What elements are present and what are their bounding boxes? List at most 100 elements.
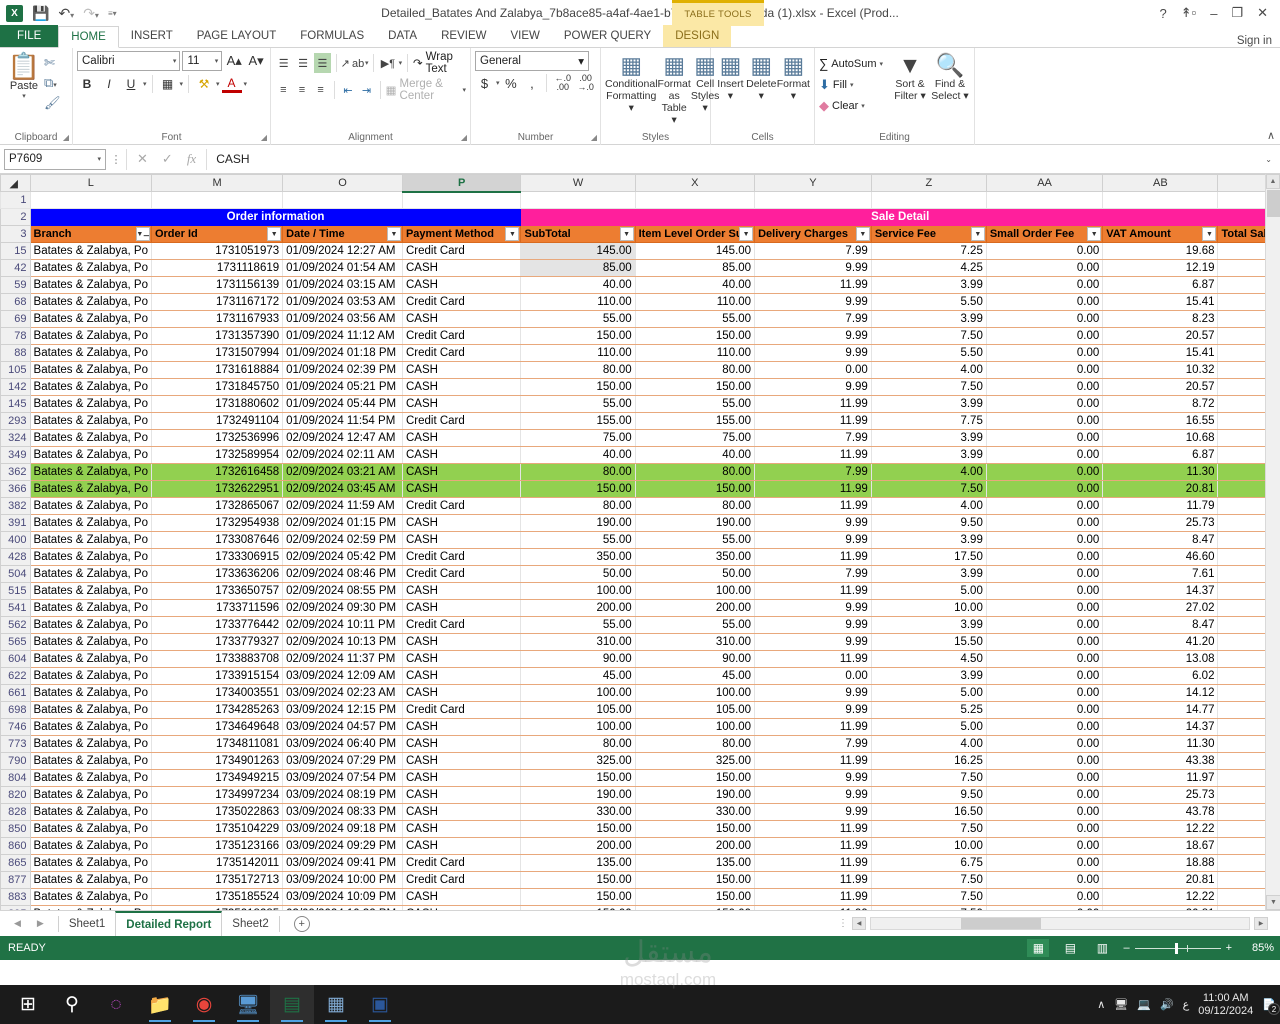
column-header-O[interactable]: O [282, 174, 403, 192]
fill-color-dropdown-icon[interactable]: ▾ [216, 80, 220, 88]
cell-branch[interactable]: Batates & Zalabya, Po [29, 293, 152, 311]
cell-payment-method[interactable]: CASH [401, 667, 522, 685]
cell-order-id[interactable]: 1734811081 [150, 735, 284, 753]
cell-service-fee[interactable]: 7.50 [870, 888, 987, 906]
row-header-698[interactable]: 698 [0, 701, 31, 719]
cell-item-level-subtotal[interactable]: 145.00 [634, 242, 756, 260]
autosum-button[interactable]: ∑ AutoSum ▾ [819, 53, 888, 74]
insert-cells-button[interactable]: ▦ Insert ▾ [715, 51, 746, 145]
cell-date-time[interactable]: 03/09/2024 06:40 PM [282, 735, 403, 753]
horizontal-scroll-thumb[interactable] [961, 918, 1041, 929]
align-center-button[interactable]: ≡ [294, 80, 311, 100]
orientation-dropdown-icon[interactable]: ▾ [365, 59, 369, 67]
cell-order-id[interactable]: 1731167933 [150, 310, 284, 328]
cell-small-order-fee[interactable]: 0.00 [985, 871, 1104, 889]
cell-service-fee[interactable]: 5.50 [870, 293, 987, 311]
cell-small-order-fee[interactable]: 0.00 [985, 548, 1104, 566]
cell-small-order-fee[interactable]: 0.00 [985, 650, 1104, 668]
italic-button[interactable]: I [99, 74, 119, 94]
group-header-order-information[interactable]: Order information [29, 208, 522, 226]
tab-view[interactable]: VIEW [498, 25, 551, 47]
shrink-font-button[interactable]: A▾ [246, 51, 266, 71]
cell-payment-method[interactable]: Credit Card [401, 242, 522, 260]
column-header-X[interactable]: X [634, 174, 756, 192]
row-header-661[interactable]: 661 [0, 684, 31, 702]
cell-small-order-fee[interactable]: 0.00 [985, 599, 1104, 617]
cell-delivery-charges[interactable]: 11.99 [754, 854, 872, 872]
cell-date-time[interactable]: 03/09/2024 09:41 PM [282, 854, 403, 872]
table-header-cell[interactable]: Branch ▼⚊ [29, 225, 152, 243]
cell-order-id[interactable]: 1734901263 [150, 752, 284, 770]
cell-item-level-subtotal[interactable]: 45.00 [634, 667, 756, 685]
cell-subtotal[interactable]: 105.00 [520, 701, 636, 719]
cell-item-level-subtotal[interactable]: 105.00 [634, 701, 756, 719]
cell-delivery-charges[interactable]: 11.99 [754, 718, 872, 736]
middle-align-button[interactable]: ☰ [294, 53, 311, 73]
cell-branch[interactable]: Batates & Zalabya, Po [29, 480, 152, 498]
cell-date-time[interactable]: 03/09/2024 12:09 AM [282, 667, 403, 685]
cell-item-level-subtotal[interactable]: 100.00 [634, 718, 756, 736]
cell-order-id[interactable]: 1731880602 [150, 395, 284, 413]
cell-branch[interactable]: Batates & Zalabya, Po [29, 531, 152, 549]
cell-date-time[interactable]: 02/09/2024 03:45 AM [282, 480, 403, 498]
column-header-M[interactable]: M [150, 174, 284, 192]
cell-small-order-fee[interactable]: 0.00 [985, 361, 1104, 379]
cell-subtotal[interactable]: 145.00 [520, 242, 636, 260]
format-as-table-button[interactable]: ▦ Format as Table ▾ [658, 51, 691, 145]
row-header-820[interactable]: 820 [0, 786, 31, 804]
cell-date-time[interactable]: 01/09/2024 11:12 AM [282, 327, 403, 345]
cell-order-id[interactable]: 1731051973 [150, 242, 284, 260]
tab-review[interactable]: REVIEW [429, 25, 498, 47]
cell-vat-amount[interactable]: 8.47 [1102, 531, 1219, 549]
cell-branch[interactable]: Batates & Zalabya, Po [29, 684, 152, 702]
row-header-604[interactable]: 604 [0, 650, 31, 668]
row-header-2[interactable]: 2 [0, 208, 31, 226]
filter-button-9[interactable]: ▼ [1202, 227, 1217, 241]
select-all-corner[interactable]: ◢ [0, 174, 31, 192]
cell-small-order-fee[interactable]: 0.00 [985, 310, 1104, 328]
row-header-504[interactable]: 504 [0, 565, 31, 583]
cell-service-fee[interactable]: 7.75 [870, 412, 987, 430]
cell-payment-method[interactable]: CASH [401, 429, 522, 447]
cell-small-order-fee[interactable]: 0.00 [985, 667, 1104, 685]
cell-branch[interactable]: Batates & Zalabya, Po [29, 514, 152, 532]
cell-order-id[interactable]: 1732589954 [150, 446, 284, 464]
cell-order-id[interactable]: 1732491104 [150, 412, 284, 430]
cell-vat-amount[interactable]: 15.41 [1102, 344, 1219, 362]
cell-vat-amount[interactable]: 12.22 [1102, 888, 1219, 906]
cell-vat-amount[interactable]: 15.41 [1102, 293, 1219, 311]
cell-order-id[interactable]: 1732622951 [150, 480, 284, 498]
cell-subtotal[interactable]: 55.00 [520, 616, 636, 634]
cell-vat-amount[interactable]: 20.81 [1102, 871, 1219, 889]
formula-input[interactable]: CASH [207, 152, 1265, 166]
cell-branch[interactable]: Batates & Zalabya, Po [29, 582, 152, 600]
vertical-scrollbar[interactable]: ▲ ▼ [1265, 174, 1280, 910]
cell-date-time[interactable]: 03/09/2024 09:18 PM [282, 820, 403, 838]
cell-vat-amount[interactable]: 8.47 [1102, 616, 1219, 634]
cell-branch[interactable]: Batates & Zalabya, Po [29, 752, 152, 770]
cell-small-order-fee[interactable]: 0.00 [985, 803, 1104, 821]
filter-button-1[interactable]: ▼ [267, 227, 282, 241]
cell-subtotal[interactable]: 150.00 [520, 480, 636, 498]
cell-branch[interactable]: Batates & Zalabya, Po [29, 497, 152, 515]
table-row[interactable]: 428 Batates & Zalabya, Po 1733306915 02/09/… [0, 548, 1280, 566]
cell-branch[interactable]: Batates & Zalabya, Po [29, 837, 152, 855]
cell-date-time[interactable]: 01/09/2024 01:54 AM [282, 259, 403, 277]
teamviewer-button[interactable]: 🖥 [226, 985, 270, 1024]
cell-vat-amount[interactable]: 16.55 [1102, 412, 1219, 430]
cell-subtotal[interactable]: 80.00 [520, 463, 636, 481]
table-row[interactable]: 59 Batates & Zalabya, Po 1731156139 01/09/2… [0, 276, 1280, 294]
page-break-view-icon[interactable]: ▥ [1091, 939, 1113, 957]
cell-date-time[interactable]: 03/09/2024 10:00 PM [282, 871, 403, 889]
table-row[interactable]: 562 Batates & Zalabya, Po 1733776442 02/09/… [0, 616, 1280, 634]
cell-vat-amount[interactable]: 11.30 [1102, 463, 1219, 481]
zoom-level-label[interactable]: 85% [1242, 942, 1274, 954]
cell-delivery-charges[interactable]: 9.99 [754, 599, 872, 617]
cell-subtotal[interactable]: 85.00 [520, 259, 636, 277]
cell-delivery-charges[interactable]: 11.99 [754, 752, 872, 770]
minimize-icon[interactable]: – [1210, 6, 1217, 21]
row-header-773[interactable]: 773 [0, 735, 31, 753]
insert-dropdown-icon[interactable]: ▾ [715, 90, 746, 102]
table-row[interactable]: 865 Batates & Zalabya, Po 1735142011 03/09/… [0, 854, 1280, 872]
cell-payment-method[interactable]: Credit Card [401, 327, 522, 345]
